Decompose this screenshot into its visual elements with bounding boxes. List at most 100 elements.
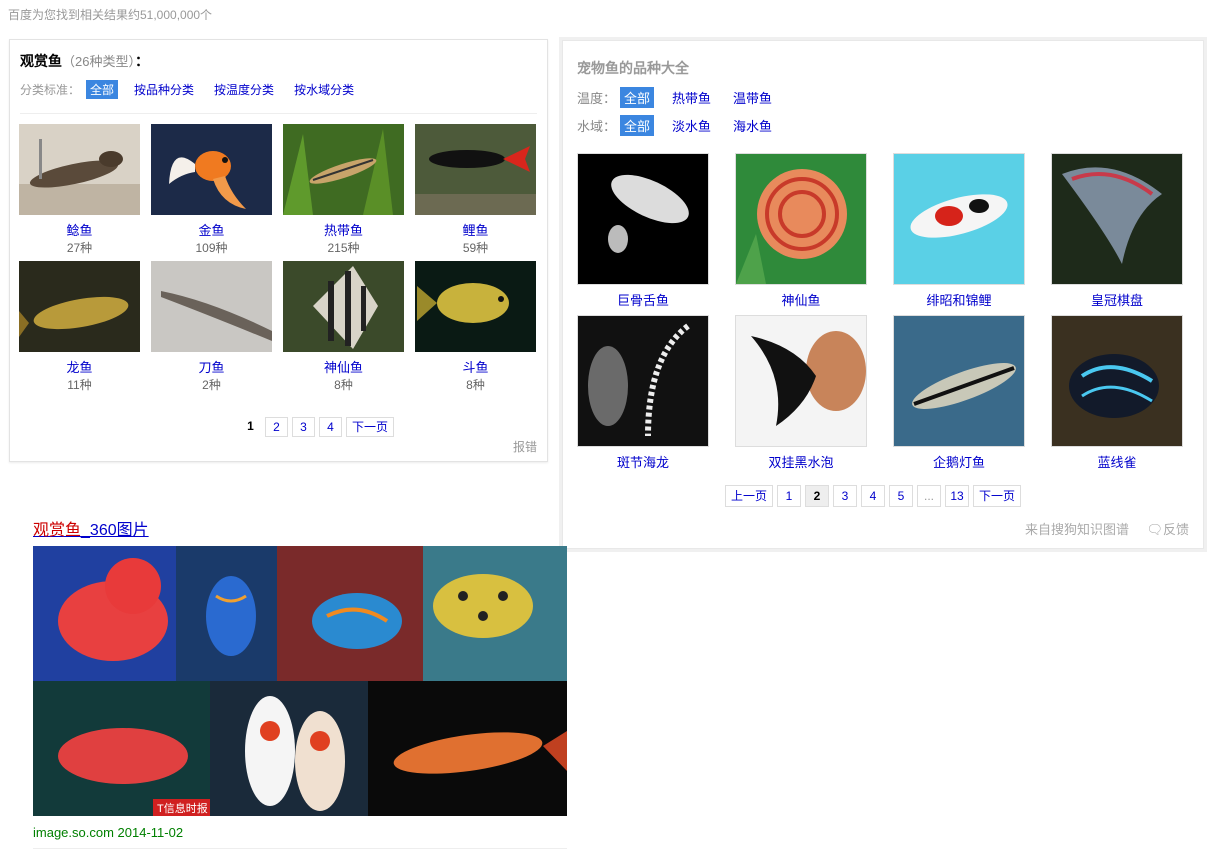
blue-damsel-image[interactable] [1051,315,1183,447]
variety-name[interactable]: 皇冠棋盘 [1051,293,1183,309]
mandarin-fish-image[interactable] [277,546,423,681]
red-cichlid-image[interactable]: T信息时报 [33,681,210,816]
page-1[interactable]: 1 [777,485,802,507]
variety-name[interactable]: 蓝线雀 [1051,455,1183,471]
variety-item[interactable]: 企鹅灯鱼 [893,315,1025,471]
arowana-image[interactable] [19,261,140,352]
variety-item[interactable]: 皇冠棋盘 [1051,153,1183,309]
pagination: 上一页 1 2 3 4 5 ... 13 下一页 [725,485,1022,507]
koi-group-image[interactable] [210,681,368,816]
category-name[interactable]: 神仙鱼 [283,360,404,376]
card-title-count: （26种类型） [62,54,135,69]
page-2[interactable]: 2 [265,417,288,437]
category-count: 59种 [462,241,489,255]
goldfish-image[interactable] [151,124,272,215]
category-name[interactable]: 龙鱼 [19,360,140,376]
page-3[interactable]: 3 [833,485,858,507]
feedback-icon: 🗨 [1146,522,1163,537]
variety-item[interactable]: 斑节海龙 [577,315,709,471]
source-note: 来自搜狗知识图谱 [1024,522,1129,537]
result-url[interactable]: image.so.com [33,825,114,840]
report-error-link[interactable]: 报错 [513,438,537,455]
page-5[interactable]: 5 [889,485,914,507]
variety-name[interactable]: 企鹅灯鱼 [893,455,1025,471]
filter-by-variety[interactable]: 按品种分类 [130,80,198,99]
category-name[interactable]: 鲤鱼 [415,223,536,239]
feedback-label[interactable]: 反馈 [1163,522,1189,537]
filter-by-water[interactable]: 按水域分类 [290,80,358,99]
pagination: 1 2 3 4 下一页 [240,417,395,437]
category-item[interactable]: 神仙鱼 8种 [283,261,404,394]
variety-name[interactable]: 巨骨舌鱼 [577,293,709,309]
temp-filter-temperate[interactable]: 温带鱼 [729,87,776,108]
fish-category-grid: 鲶鱼 27种 金鱼 109种 热带鱼 215种 鲤鱼 59种 龙鱼 11种 刀鱼… [19,124,539,394]
page-1[interactable]: 1 [240,417,261,435]
gourami-image[interactable] [415,261,536,352]
category-item[interactable]: 斗鱼 8种 [415,261,536,394]
image-search-result: 观赏鱼_360图片 T信息时报 image.so.com 2014-11-02 [33,516,567,849]
temp-filter-tropical[interactable]: 热带鱼 [668,87,715,108]
category-item[interactable]: 刀鱼 2种 [151,261,272,394]
page-4[interactable]: 4 [861,485,886,507]
variety-name[interactable]: 神仙鱼 [735,293,867,309]
pipefish-image[interactable] [577,315,709,447]
filter-by-temperature[interactable]: 按温度分类 [210,80,278,99]
variety-name[interactable]: 斑节海龙 [577,455,709,471]
variety-item[interactable]: 神仙鱼 [735,153,867,309]
flowerhorn-image[interactable] [33,546,176,681]
variety-item[interactable]: 绯昭和锦鲤 [893,153,1025,309]
result-title-link[interactable]: 观赏鱼_360图片 [33,516,567,540]
category-name[interactable]: 鲶鱼 [19,223,140,239]
carp-image[interactable] [415,124,536,215]
water-filter-saltwater[interactable]: 海水鱼 [729,115,776,136]
category-item[interactable]: 龙鱼 11种 [19,261,140,394]
pufferfish-image[interactable] [423,546,567,681]
category-count: 8种 [334,378,353,392]
discus-image[interactable] [735,153,867,285]
category-item[interactable]: 金鱼 109种 [151,124,272,257]
water-filter-freshwater[interactable]: 淡水鱼 [668,115,715,136]
penguin-tetra-image[interactable] [893,315,1025,447]
result-title-highlight[interactable]: 观赏鱼 [33,522,81,539]
category-item[interactable]: 鲶鱼 27种 [19,124,140,257]
result-title-rest[interactable]: _360图片 [81,522,149,539]
prev-page-button[interactable]: 上一页 [725,485,774,507]
card-title-main[interactable]: 观赏鱼 [20,53,62,69]
category-name[interactable]: 斗鱼 [415,360,536,376]
page-4[interactable]: 4 [319,417,342,437]
temperature-filter: 温度： 全部 热带鱼 温带鱼 [577,87,786,108]
water-filter-all[interactable]: 全部 [620,115,655,136]
category-name[interactable]: 热带鱼 [283,223,404,239]
category-name[interactable]: 金鱼 [151,223,272,239]
category-name[interactable]: 刀鱼 [151,360,272,376]
crown-fish-image[interactable] [1051,153,1183,285]
feedback-link[interactable]: 🗨反馈 [1146,519,1189,538]
variety-name[interactable]: 绯昭和锦鲤 [893,293,1025,309]
next-page-button[interactable]: 下一页 [346,417,395,437]
variety-item[interactable]: 巨骨舌鱼 [577,153,709,309]
temp-filter-all[interactable]: 全部 [620,87,655,108]
tropical-fish-image[interactable] [283,124,404,215]
variety-grid: 巨骨舌鱼 神仙鱼 绯昭和锦鲤 皇冠棋盘 斑节海龙 双挂黑水泡 企鹅灯鱼 蓝线雀 [577,153,1183,471]
angelfish-image[interactable] [283,261,404,352]
next-page-button[interactable]: 下一页 [973,485,1022,507]
category-item[interactable]: 热带鱼 215种 [283,124,404,257]
page-2[interactable]: 2 [805,485,830,507]
variety-item[interactable]: 双挂黑水泡 [735,315,867,471]
card-title: 观赏鱼（26种类型）： [20,51,149,71]
catfish-image[interactable] [19,124,140,215]
koi-image[interactable] [893,153,1025,285]
red-arowana-image[interactable] [368,681,567,816]
watermark-text: T信息时报 [157,801,208,815]
black-bubble-eye-image[interactable] [735,315,867,447]
category-item[interactable]: 鲤鱼 59种 [415,124,536,257]
variety-item[interactable]: 蓝线雀 [1051,315,1183,471]
arapaima-image[interactable] [577,153,709,285]
filter-all[interactable]: 全部 [86,80,119,99]
filter-label: 分类标准： [20,83,81,97]
mandarin-fish-blue-image[interactable] [176,546,277,681]
variety-name[interactable]: 双挂黑水泡 [735,455,867,471]
page-3[interactable]: 3 [292,417,315,437]
page-13[interactable]: 13 [945,485,970,507]
knifefish-image[interactable] [151,261,272,352]
